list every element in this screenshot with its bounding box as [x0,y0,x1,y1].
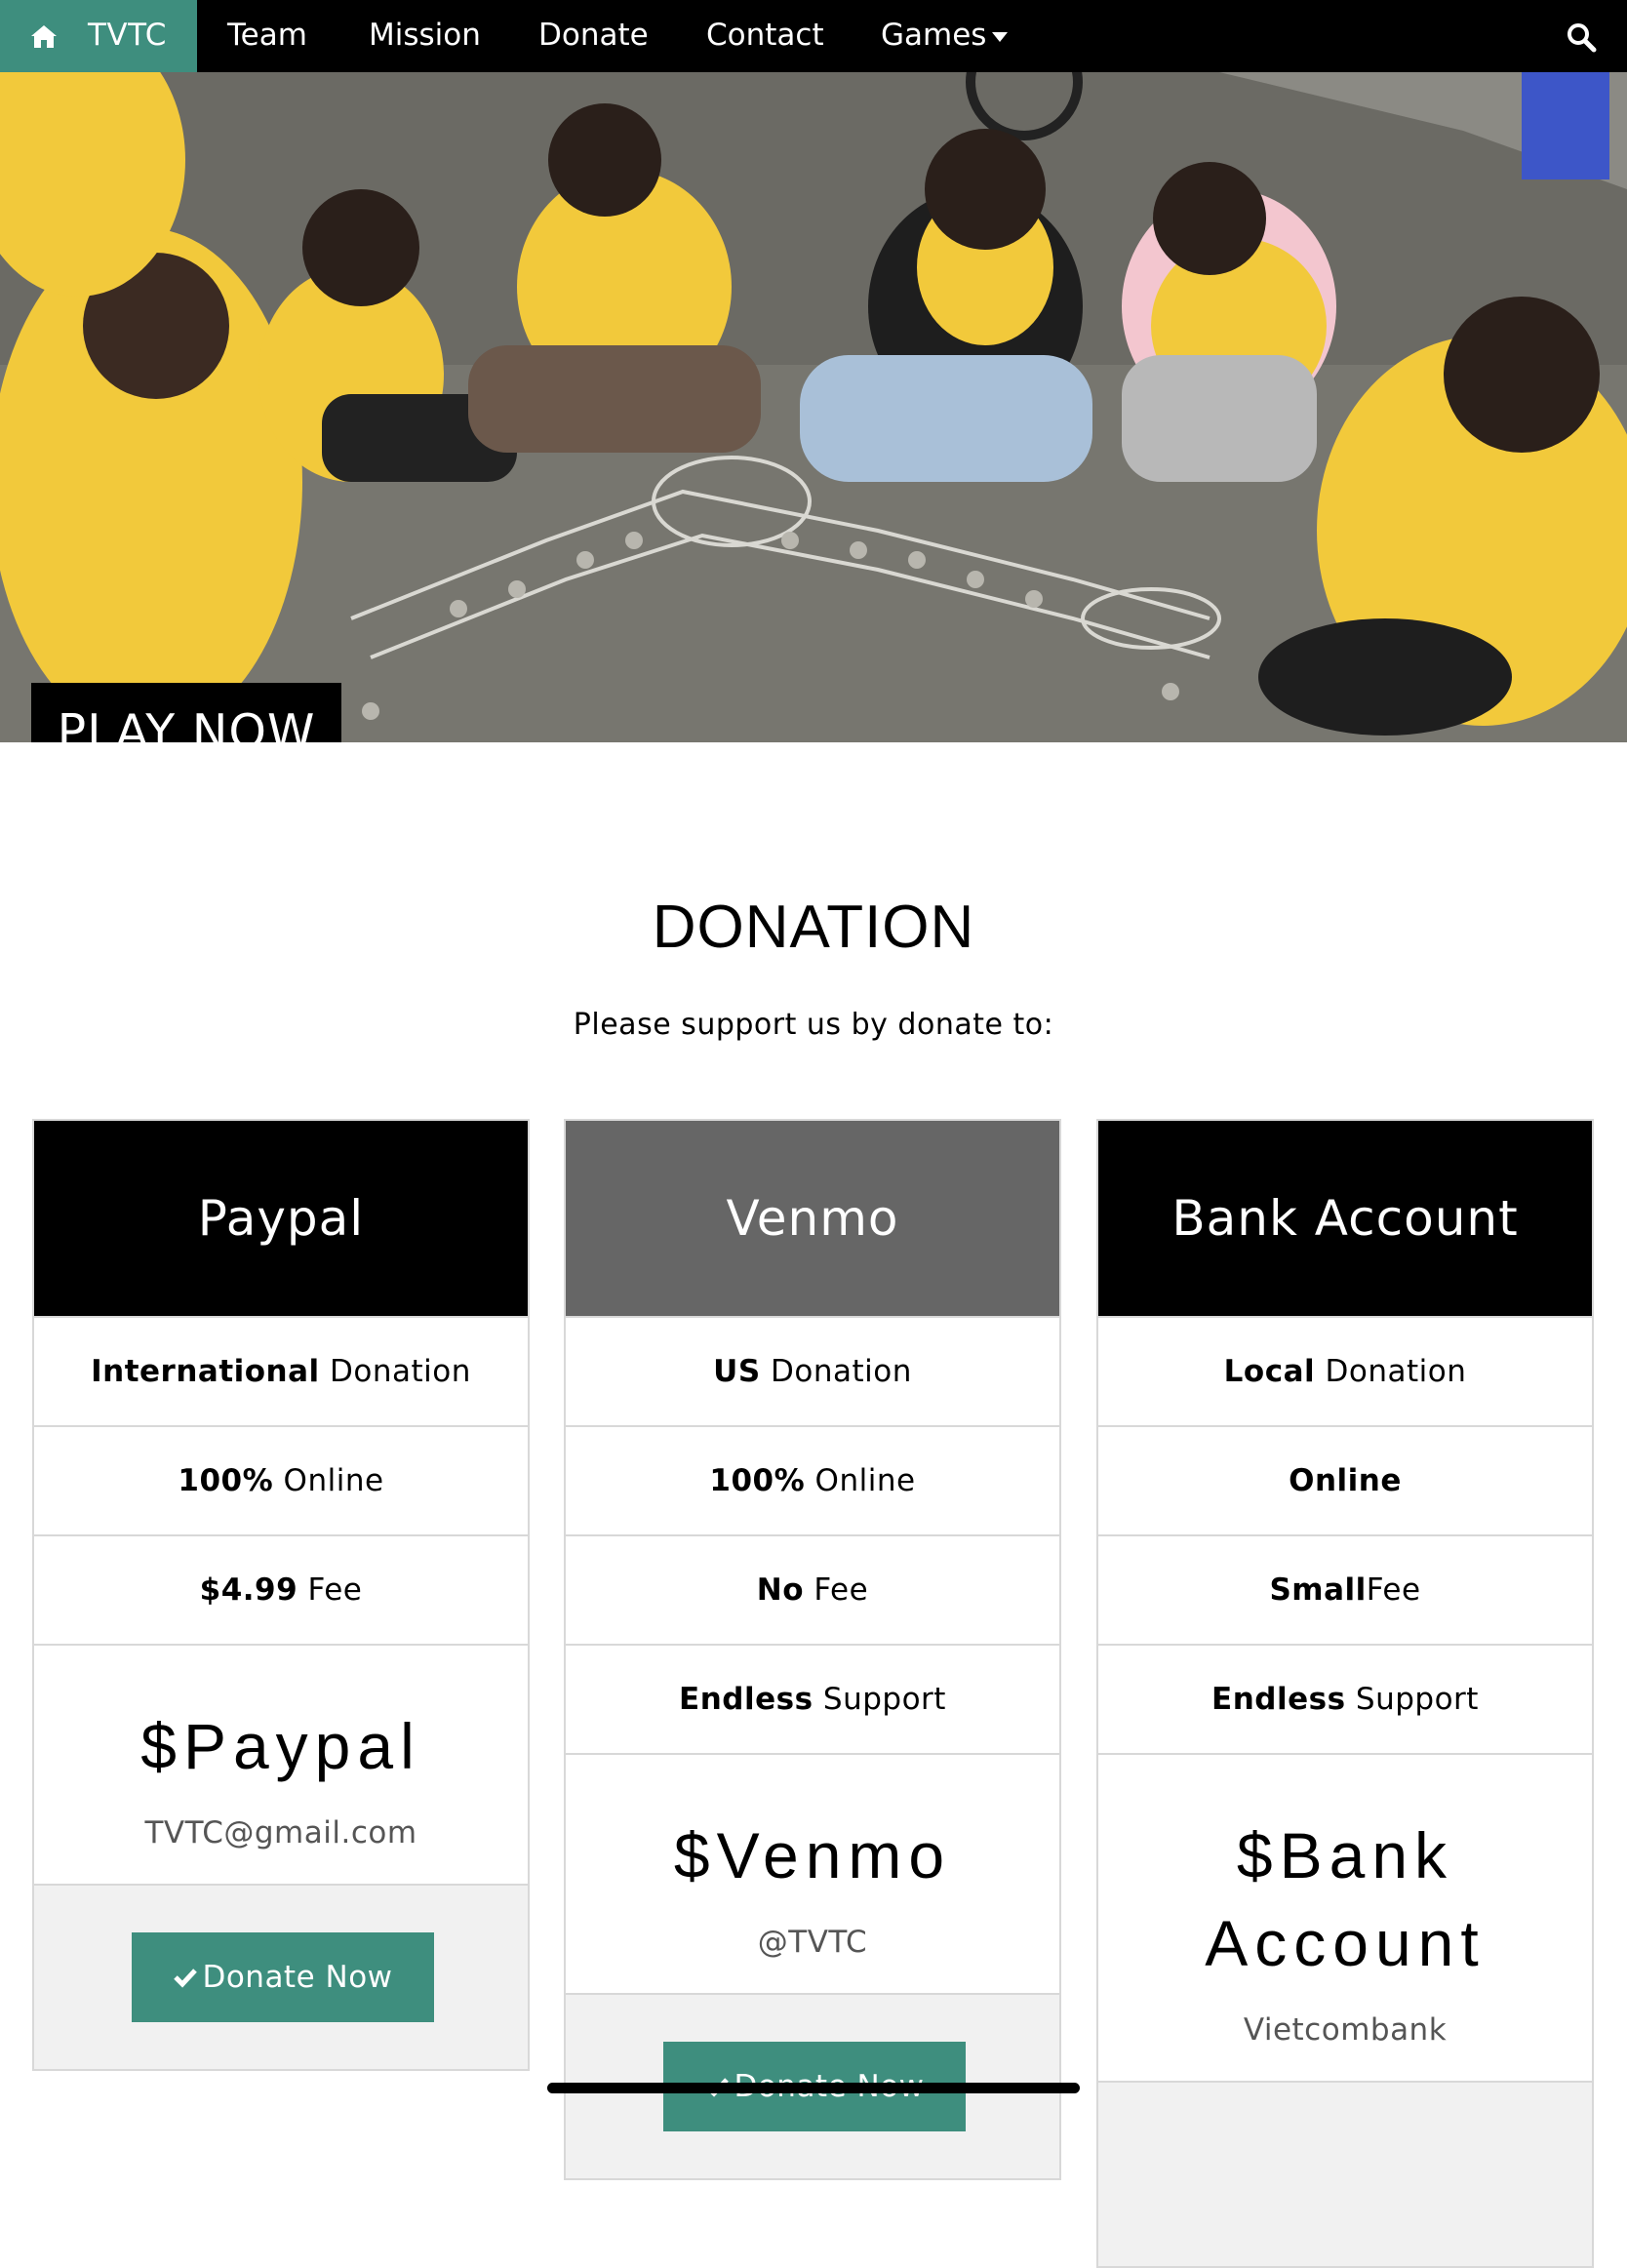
card-feature-row: International Donation [34,1316,528,1425]
card-feature-row: $4.99 Fee [34,1534,528,1644]
nav-link-contact[interactable]: Contact [706,18,824,53]
card-feature-row: US Donation [566,1316,1059,1425]
card-feature-row: Online [1098,1425,1592,1534]
card-price: $Venmo [673,1819,952,1891]
card-feature-row: Local Donation [1098,1316,1592,1425]
card-detail: TVTC@gmail.com [144,1815,417,1850]
top-navbar: TVTC Team Mission Donate Contact Games [0,0,1627,72]
card-price: $Bank Account [1205,1819,1486,1979]
card-header: Paypal [34,1121,528,1316]
nav-link-games[interactable]: Games [881,18,986,53]
bank-account-card: Bank Account Local Donation Online Small… [1096,1119,1594,2268]
paypal-donate-button[interactable]: Donate Now [132,1932,434,2022]
nav-home-link[interactable]: TVTC [0,0,197,72]
card-feature-row: SmallFee [1098,1534,1592,1644]
check-icon [174,1969,198,1988]
card-footer [1098,2081,1592,2266]
card-price-block: $Bank Account Vietcombank [1098,1753,1592,2081]
card-price: $Paypal [140,1710,421,1782]
hero-photo [0,72,1627,742]
home-icon [31,25,57,48]
card-feature-row: 100% Online [34,1425,528,1534]
paypal-card: Paypal International Donation 100% Onlin… [32,1119,530,2071]
donation-subtitle: Please support us by donate to: [573,1008,1054,1042]
nav-link-mission[interactable]: Mission [369,18,481,53]
card-price-block: $Paypal TVTC@gmail.com [34,1644,528,1884]
card-feature-row: Endless Support [1098,1644,1592,1753]
card-header: Bank Account [1098,1121,1592,1316]
donation-title: DONATION [652,894,975,961]
play-now-button[interactable]: PLAY NOW [31,683,341,742]
card-detail: Vietcombank [1243,2012,1448,2048]
home-indicator-bar [547,2083,1080,2093]
card-feature-row: 100% Online [566,1425,1059,1534]
search-icon[interactable] [1566,21,1597,53]
card-feature-row: Endless Support [566,1644,1059,1753]
card-price-block: $Venmo @TVTC [566,1753,1059,1993]
card-detail: @TVTC [757,1925,868,1960]
card-header: Venmo [566,1121,1059,1316]
venmo-card: Venmo US Donation 100% Online No Fee End… [564,1119,1061,2180]
nav-link-donate[interactable]: Donate [538,18,649,53]
chevron-down-icon[interactable] [992,32,1008,42]
hero-banner: PLAY NOW [0,72,1627,742]
card-footer: Donate Now [34,1884,528,2069]
nav-link-team[interactable]: Team [227,18,307,53]
card-feature-row: No Fee [566,1534,1059,1644]
brand-label: TVTC [88,18,167,53]
